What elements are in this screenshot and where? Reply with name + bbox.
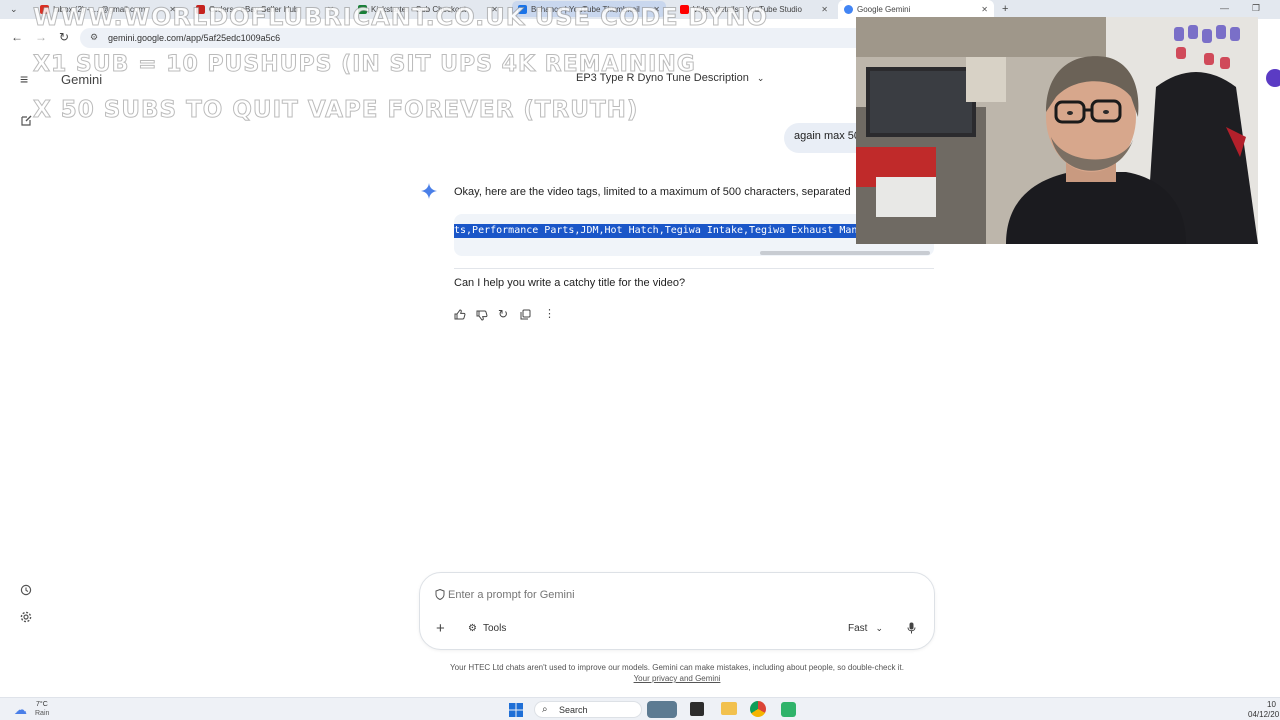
weather-desc: Rain (35, 710, 50, 717)
weather-temp: 7°C (36, 701, 48, 708)
back-icon[interactable]: ← (11, 30, 23, 44)
tools-label: Tools (482, 623, 507, 634)
clock-date: 04/12/20 (1248, 710, 1280, 719)
file-explorer-icon[interactable] (721, 702, 737, 715)
close-tab-icon[interactable]: ✕ (821, 5, 828, 14)
minimize-icon[interactable]: — (1220, 3, 1229, 13)
webcam-feed-image (856, 17, 1258, 244)
chrome-icon[interactable] (750, 701, 766, 717)
url-text[interactable]: gemini.google.com/app/5af25edc1009a5c6 (108, 33, 280, 43)
tab-list-chevron-icon[interactable]: ⌄ (10, 4, 18, 15)
microphone-icon[interactable] (907, 622, 916, 634)
horizontal-scrollbar[interactable] (760, 251, 930, 255)
chevron-down-icon: ⌄ (756, 72, 765, 83)
thumbs-up-icon[interactable] (454, 309, 466, 320)
app-icon[interactable] (781, 702, 796, 717)
watermark-line-3: X 50 SUBS TO QUIT VAPE FOREVER (TRUTH) (32, 97, 639, 124)
shield-icon (435, 589, 445, 600)
tools-icon: ⚙ (468, 623, 477, 634)
tab-label: Google Gemini (857, 5, 911, 14)
privacy-link[interactable]: Your privacy and Gemini (419, 673, 935, 684)
account-avatar[interactable] (1266, 69, 1280, 87)
new-chat-icon[interactable] (20, 114, 33, 127)
gemini-star-icon (421, 183, 437, 199)
webcam-overlay (856, 17, 1258, 244)
taskbar-search[interactable]: ⌕ Search (534, 701, 642, 718)
reload-icon[interactable]: ↻ (59, 30, 69, 44)
prompt-box: + ⚙ Tools Fast ⌄ (419, 572, 935, 650)
thumbs-down-icon[interactable] (476, 310, 488, 321)
taskbar: ☁ 7°C Rain ⌕ Search 10 04/12/20 (0, 697, 1280, 720)
watermark-line-2: X1 SUB = 10 PUSHUPS (IN SIT UPS 4K REMAI… (33, 52, 696, 78)
search-icon: ⌕ (542, 704, 548, 715)
settings-gear-icon[interactable] (20, 611, 32, 623)
side-rail: ≡ (0, 57, 50, 697)
tools-button[interactable]: ⚙ Tools (468, 623, 506, 634)
followup-question: Can I help you write a catchy title for … (454, 277, 686, 289)
new-tab-icon[interactable]: + (1002, 3, 1008, 15)
divider (454, 268, 934, 269)
model-mode-selector[interactable]: Fast ⌄ (848, 623, 883, 634)
prompt-input[interactable] (448, 587, 888, 603)
close-tab-icon[interactable]: ✕ (981, 5, 988, 14)
regenerate-icon[interactable]: ↻ (498, 307, 508, 321)
maximize-icon[interactable]: ❐ (1252, 3, 1260, 14)
disclaimer: Your HTEC Ltd chats aren't used to impro… (419, 662, 935, 684)
forward-icon[interactable]: → (35, 30, 47, 44)
menu-icon[interactable]: ≡ (20, 72, 28, 86)
add-attachment-icon[interactable]: + (436, 620, 445, 637)
activity-history-icon[interactable] (20, 584, 32, 596)
copy-icon[interactable] (520, 309, 531, 320)
windows-start-icon[interactable] (509, 703, 523, 717)
weather-widget[interactable]: ☁ 7°C Rain (14, 701, 54, 719)
news-widget-icon[interactable] (647, 701, 677, 718)
chevron-down-icon: ⌄ (875, 623, 883, 633)
search-label: Search (559, 705, 588, 715)
response-intro: Okay, here are the video tags, limited t… (454, 186, 851, 198)
more-options-icon[interactable]: ⋮ (544, 307, 555, 320)
task-view-icon[interactable] (690, 702, 704, 716)
gemini-favicon-icon (844, 5, 853, 14)
site-info-icon[interactable]: ⚙ (90, 32, 98, 43)
disclaimer-text: Your HTEC Ltd chats aren't used to impro… (450, 663, 904, 672)
rain-cloud-icon: ☁ (14, 702, 27, 717)
mode-label: Fast (848, 623, 868, 634)
watermark-line-1: WWW.WORLDOFLUBRICANT.CO.UK USE CODE DYNO (33, 3, 768, 32)
clock-time: 10 (1267, 700, 1276, 709)
tags-code-text[interactable]: ts,Performance Parts,JDM,Hot Hatch,Tegiw… (454, 224, 888, 238)
